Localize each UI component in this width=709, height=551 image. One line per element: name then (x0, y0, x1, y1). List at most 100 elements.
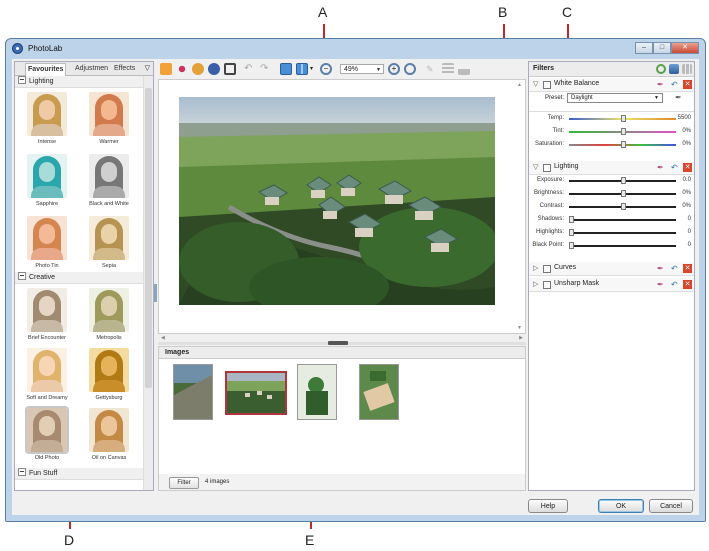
tab-effects[interactable]: Effects (112, 63, 137, 75)
tab-favourites[interactable]: Favourites (25, 63, 67, 76)
slider-thumb[interactable] (621, 190, 626, 197)
zoom-in-icon[interactable]: + (388, 63, 400, 75)
preset-black-and-white[interactable]: Black and White (81, 154, 137, 207)
slider-thumb[interactable] (621, 128, 626, 135)
scrollbar-thumb[interactable] (145, 88, 152, 388)
remove-filter-icon[interactable]: ✕ (683, 264, 692, 273)
zoom-out-icon[interactable]: − (320, 63, 332, 75)
slider-thumb[interactable] (569, 216, 574, 223)
filter-unsharp-mask-header[interactable]: ▷ Unsharp Mask ✒ ↶ ✕ (529, 278, 694, 292)
tab-adjustments[interactable]: Adjustmen (73, 63, 110, 75)
expand-icon[interactable]: ▷ (533, 264, 538, 272)
collapse-icon[interactable] (18, 468, 26, 476)
preset-sapphire[interactable]: Sapphire (19, 154, 75, 207)
stack-icon[interactable] (442, 63, 454, 75)
add-filter-icon[interactable] (656, 64, 666, 74)
filter-stack-icon[interactable] (669, 64, 679, 74)
slider-thumb[interactable] (569, 229, 574, 236)
undo-icon[interactable]: ↶ (244, 63, 256, 75)
enable-checkbox[interactable] (543, 281, 551, 289)
filter-curves-header[interactable]: ▷ Curves ✒ ↶ ✕ (529, 262, 694, 276)
panel-splitter[interactable] (158, 341, 526, 345)
category-creative[interactable]: Creative (15, 272, 143, 284)
reset-icon[interactable]: ↶ (671, 163, 680, 172)
filter-layout-icon[interactable] (682, 64, 692, 74)
preset-sepia[interactable]: Sepia (81, 216, 137, 269)
reset-icon[interactable]: ↶ (671, 80, 680, 89)
preset-old-photo[interactable]: Old Photo (19, 406, 75, 461)
zoom-dropdown-icon[interactable]: ▼ (376, 65, 381, 75)
remove-filter-icon[interactable]: ✕ (683, 80, 692, 89)
pick-white-icon[interactable]: ✒ (675, 93, 682, 102)
hand-tool-icon[interactable] (160, 63, 172, 75)
single-view-icon[interactable] (280, 63, 292, 75)
slider-thumb[interactable] (621, 141, 626, 148)
redeye-tool-icon[interactable] (176, 63, 188, 75)
minimize-button[interactable]: – (635, 42, 653, 54)
image-thumbnail[interactable] (297, 364, 337, 420)
reset-icon[interactable]: ↶ (671, 264, 680, 273)
histogram-icon[interactable] (458, 63, 470, 75)
brush-icon[interactable]: ✎ (426, 63, 438, 75)
slider-track[interactable] (569, 232, 676, 234)
preset-dropdown[interactable]: Daylight ▼ (567, 93, 663, 103)
preset-photo-tin[interactable]: Photo Tin (19, 216, 75, 269)
preset-gettysburg[interactable]: Gettysburg (81, 348, 137, 401)
split-view-icon[interactable] (296, 63, 308, 75)
collapse-icon[interactable] (18, 272, 26, 280)
panel-collapse-handle[interactable] (154, 284, 157, 302)
slider-thumb[interactable] (569, 242, 574, 249)
image-viewer[interactable]: ▲ ▼ (158, 79, 526, 334)
expand-icon[interactable]: ▽ (533, 80, 538, 88)
help-button[interactable]: Help (528, 499, 568, 513)
ok-button[interactable]: OK (598, 499, 644, 513)
tab-menu-icon[interactable]: ▽ (145, 64, 150, 72)
clone-tool-icon[interactable] (208, 63, 220, 75)
eyedropper-icon[interactable]: ✒ (657, 163, 666, 172)
category-lighting[interactable]: Lighting (15, 76, 143, 88)
crop-tool-icon[interactable] (224, 63, 236, 75)
scroll-right-icon[interactable]: ▶ (519, 335, 523, 341)
zoom-fit-icon[interactable] (404, 63, 416, 75)
cancel-button[interactable]: Cancel (649, 499, 693, 513)
slider-thumb[interactable] (621, 177, 626, 184)
slider-track[interactable] (569, 245, 676, 247)
image-thumbnail[interactable] (173, 364, 213, 420)
preset-brief-encounter[interactable]: Brief Encounter (19, 288, 75, 341)
eyedropper-icon[interactable]: ✒ (657, 280, 666, 289)
preset-warmer[interactable]: Warmer (81, 92, 137, 145)
slider-track[interactable] (569, 219, 676, 221)
category-fun-stuff[interactable]: Fun Stuff (15, 468, 143, 480)
reset-icon[interactable]: ↶ (671, 280, 680, 289)
zoom-level-field[interactable]: 49% ▼ (340, 64, 384, 74)
filter-button[interactable]: Filter (169, 477, 199, 489)
close-button[interactable]: ✕ (671, 42, 699, 54)
expand-icon[interactable]: ▽ (533, 163, 538, 171)
slider-thumb[interactable] (621, 115, 626, 122)
remove-filter-icon[interactable]: ✕ (683, 163, 692, 172)
heal-tool-icon[interactable] (192, 63, 204, 75)
preset-soft-and-dreamy[interactable]: Soft and Dreamy (19, 348, 75, 401)
preset-intense[interactable]: Intense (19, 92, 75, 145)
eyedropper-icon[interactable]: ✒ (657, 264, 666, 273)
eyedropper-icon[interactable]: ✒ (657, 80, 666, 89)
image-thumbnail-selected[interactable] (225, 371, 287, 415)
filter-white-balance-header[interactable]: ▽ White Balance ✒ ↶ ✕ (529, 78, 694, 92)
scroll-down-icon[interactable]: ▼ (517, 325, 522, 331)
image-thumbnail[interactable] (359, 364, 399, 420)
maximize-button[interactable]: □ (653, 42, 671, 54)
scroll-left-icon[interactable]: ◀ (161, 335, 165, 341)
enable-checkbox[interactable] (543, 164, 551, 172)
slider-thumb[interactable] (621, 203, 626, 210)
enable-checkbox[interactable] (543, 81, 551, 89)
redo-icon[interactable]: ↷ (260, 63, 272, 75)
preset-metropolis[interactable]: Metropolis (81, 288, 137, 341)
title-bar[interactable]: PhotoLab – □ ✕ (6, 39, 705, 59)
collapse-icon[interactable] (18, 76, 26, 84)
scroll-up-icon[interactable]: ▲ (517, 82, 522, 88)
remove-filter-icon[interactable]: ✕ (683, 280, 692, 289)
expand-icon[interactable]: ▷ (533, 280, 538, 288)
presets-scrollbar[interactable] (143, 76, 153, 490)
preset-oil-on-canvas[interactable]: Oil on Canvas (81, 408, 137, 461)
splitter-grip-icon[interactable] (328, 341, 348, 345)
